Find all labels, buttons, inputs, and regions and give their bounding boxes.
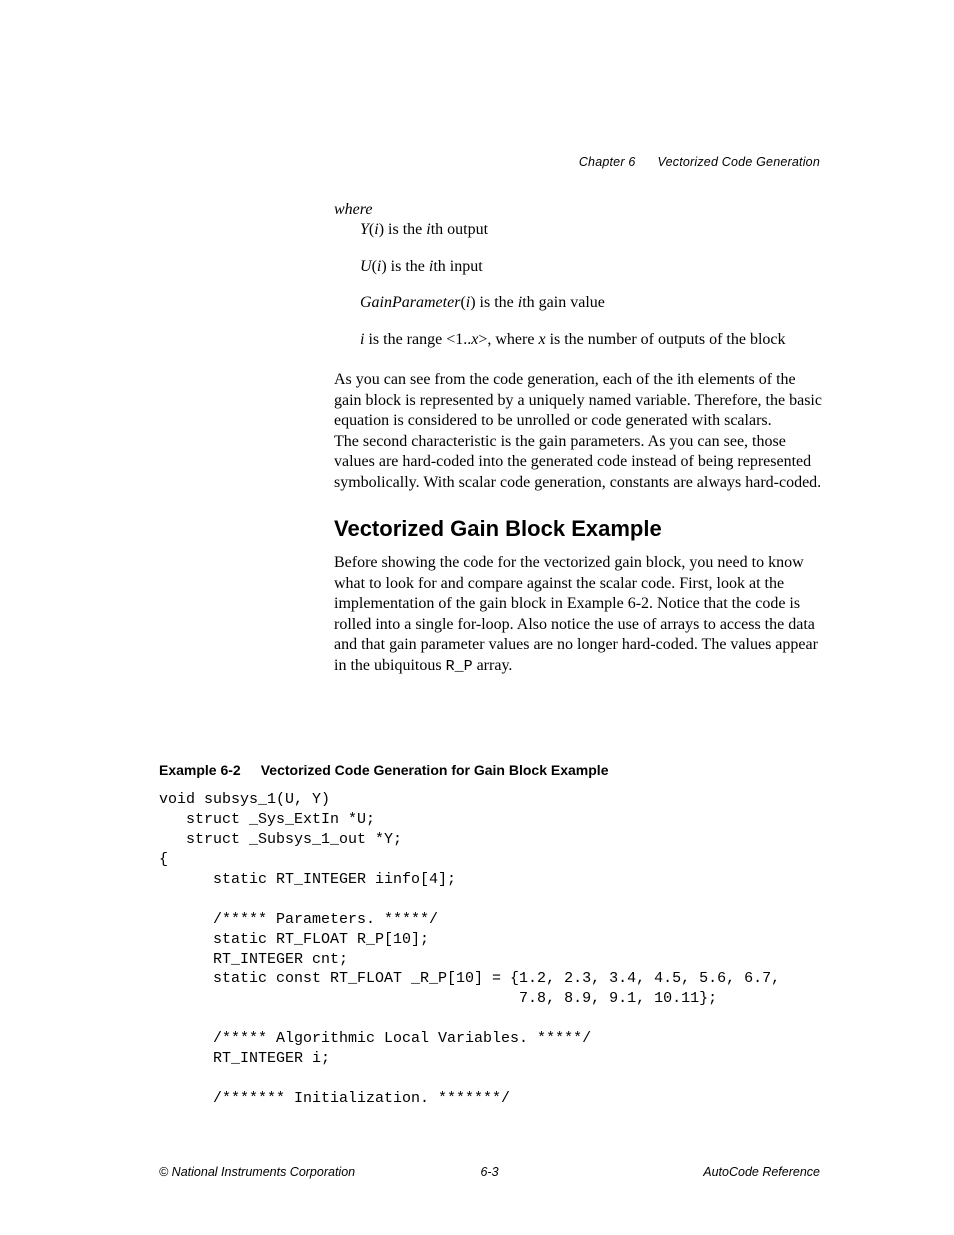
text: is the number of outputs of the block [546,331,786,348]
text: ) is the [379,221,427,238]
text: th input [433,258,482,275]
definition-y: Y(i) is the ith output [360,220,824,240]
footer-copyright: © National Instruments Corporation [159,1165,355,1179]
code-block: void subsys_1(U, Y) struct _Sys_ExtIn *U… [159,790,859,1109]
example-caption: Example 6-2 Vectorized Code Generation fo… [159,762,608,778]
example-label: Example 6-2 [159,762,241,778]
text: array. [473,657,513,674]
text: is the range <1.. [364,331,471,348]
var-x2: x [538,331,545,348]
page-footer: © National Instruments Corporation 6-3 A… [159,1165,820,1179]
paragraph-1: As you can see from the code generation,… [334,370,824,431]
page: Chapter 6 Vectorized Code Generation wher… [0,0,954,1235]
definition-u: U(i) is the ith input [360,257,824,277]
text: ) is the [381,258,429,275]
code-inline-rp: R_P [446,658,473,675]
text: ) is the [470,294,518,311]
example-title: Vectorized Code Generation for Gain Bloc… [261,762,609,778]
paragraph-2: The second characteristic is the gain pa… [334,432,824,493]
text: th output [431,221,488,238]
header-chapter: Chapter 6 [579,155,636,169]
text: Before showing the code for the vectoriz… [334,554,818,673]
footer-doc-title: AutoCode Reference [703,1165,820,1179]
var-y: Y [360,221,369,238]
var-u: U [360,258,372,275]
text: >, where [478,331,538,348]
definition-i: i is the range <1..x>, where x is the nu… [360,330,824,350]
section-heading: Vectorized Gain Block Example [334,515,824,543]
var-gain: GainParameter [360,294,460,311]
text: th gain value [522,294,605,311]
where-label: where [334,200,824,220]
definition-gain: GainParameter(i) is the ith gain value [360,293,824,313]
header-title: Vectorized Code Generation [658,155,820,169]
text: As you can see from the code generation,… [334,371,677,388]
running-head: Chapter 6 Vectorized Code Generation [579,155,820,169]
body-column: where Y(i) is the ith output U(i) is the… [334,200,824,676]
definitions-list: Y(i) is the ith output U(i) is the ith i… [360,220,824,350]
paragraph-3: Before showing the code for the vectoriz… [334,553,824,676]
